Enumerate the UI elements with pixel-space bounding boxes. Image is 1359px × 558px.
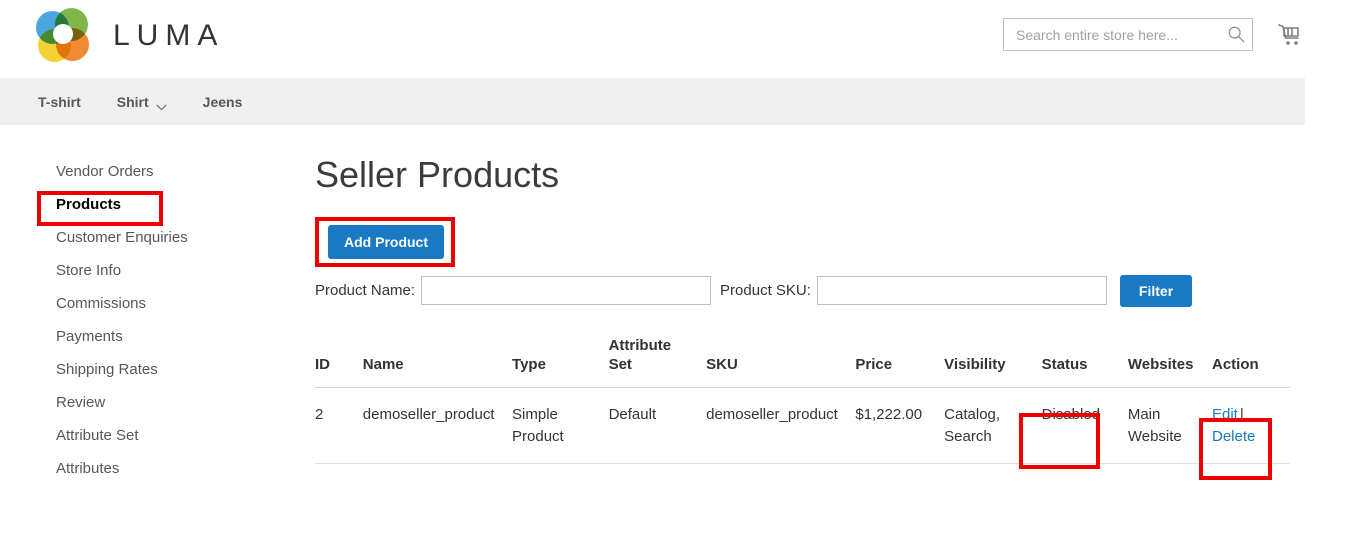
sidebar-item-label: Vendor Orders (56, 163, 154, 180)
luma-flower-logo-icon (36, 8, 91, 63)
sidebar-item-commissions[interactable]: Commissions (56, 287, 270, 320)
sidebar-item-attributes[interactable]: Attributes (56, 452, 270, 485)
column-header-name: Name (362, 337, 513, 388)
column-header-type: Type (512, 337, 609, 388)
sidebar-item-label: Store Info (56, 262, 122, 279)
nav-item-label: T-shirt (38, 93, 81, 110)
cell-websites: Main Website (1127, 387, 1212, 465)
table-header: ID Name Type Attribute Set SKU Price Vis… (315, 337, 1290, 388)
sidebar-item-label: Commissions (56, 295, 147, 312)
sidebar-item-label: Attributes (56, 460, 120, 477)
sidebar-item-label: Attribute Set (56, 427, 139, 444)
search-box (1003, 18, 1253, 51)
cell-sku: demoseller_product (706, 387, 856, 465)
header-actions (1003, 18, 1303, 51)
column-header-websites: Websites (1127, 337, 1212, 388)
logo-text: LUMA (113, 18, 225, 52)
filter-bar: Product Name: Product SKU: Filter (315, 274, 1359, 308)
page-title: Seller Products (315, 154, 560, 195)
sidebar-item-payments[interactable]: Payments (56, 320, 270, 353)
nav-item-shirt[interactable]: Shirt (116, 93, 167, 111)
main-navigation: T-shirt Shirt Jeens (0, 78, 1305, 125)
cell-type: Simple Product (512, 387, 609, 465)
nav-item-label: Jeens (202, 93, 243, 110)
column-header-visibility: Visibility (944, 337, 1042, 388)
sidebar-item-products[interactable]: Products (56, 188, 270, 221)
main-content: Seller Products Add Product Product Name… (270, 155, 1359, 485)
content-wrapper: Vendor Orders Products Customer Enquirie… (0, 125, 1359, 485)
site-logo[interactable]: LUMA (36, 8, 224, 63)
nav-item-tshirt[interactable]: T-shirt (38, 94, 81, 110)
product-name-input[interactable] (421, 276, 712, 306)
sidebar-item-store-info[interactable]: Store Info (56, 254, 270, 287)
chevron-down-icon (156, 98, 167, 111)
nav-item-jeens[interactable]: Jeens (203, 94, 243, 110)
filter-button[interactable]: Filter (1119, 274, 1193, 308)
product-name-label: Product Name: (315, 282, 416, 300)
column-header-action: Action (1212, 337, 1290, 388)
column-header-price: Price (855, 337, 945, 388)
cell-visibility: Catalog, Search (944, 387, 1042, 465)
cell-price: $1,222.00 (855, 387, 945, 465)
table-row: 2 demoseller_product Simple Product Defa… (315, 387, 1290, 465)
sidebar-item-label: Shipping Rates (56, 361, 158, 378)
search-icon[interactable] (1227, 25, 1245, 43)
cell-status: Disabled (1041, 387, 1128, 465)
cell-action: Edit | Delete (1212, 387, 1290, 465)
sidebar-item-label: Payments (56, 328, 123, 345)
product-sku-label: Product SKU: (720, 282, 811, 300)
add-product-row: Add Product (315, 216, 1359, 269)
delete-link[interactable]: Delete (1212, 428, 1255, 445)
product-sku-input[interactable] (816, 276, 1107, 306)
nav-item-label: Shirt (116, 93, 149, 110)
sidebar-item-shipping-rates[interactable]: Shipping Rates (56, 353, 270, 386)
products-table: ID Name Type Attribute Set SKU Price Vis… (315, 337, 1290, 465)
search-input[interactable] (1003, 18, 1253, 51)
column-header-id: ID (315, 337, 363, 388)
cell-name: demoseller_product (362, 387, 513, 465)
sidebar-item-label: Products (56, 196, 122, 213)
cell-id: 2 (315, 387, 363, 465)
action-separator: | (1239, 405, 1244, 423)
page-header: LUMA (0, 0, 1359, 78)
shopping-cart-icon[interactable] (1277, 22, 1303, 48)
column-header-attribute-set: Attribute Set (608, 337, 707, 388)
sidebar-item-vendor-orders[interactable]: Vendor Orders (56, 155, 270, 188)
column-header-sku: SKU (706, 337, 856, 388)
sidebar: Vendor Orders Products Customer Enquirie… (0, 155, 270, 485)
cell-attribute-set: Default (608, 387, 707, 465)
table-body: 2 demoseller_product Simple Product Defa… (315, 387, 1290, 465)
add-product-button[interactable]: Add Product (328, 224, 444, 260)
sidebar-item-attribute-set[interactable]: Attribute Set (56, 419, 270, 452)
sidebar-item-label: Customer Enquiries (56, 229, 188, 246)
sidebar-item-label: Review (56, 394, 106, 411)
sidebar-item-review[interactable]: Review (56, 386, 270, 419)
edit-link[interactable]: Edit (1212, 406, 1238, 423)
column-header-status: Status (1041, 337, 1128, 388)
sidebar-item-customer-enquiries[interactable]: Customer Enquiries (56, 221, 270, 254)
table-header-row: ID Name Type Attribute Set SKU Price Vis… (315, 337, 1290, 388)
